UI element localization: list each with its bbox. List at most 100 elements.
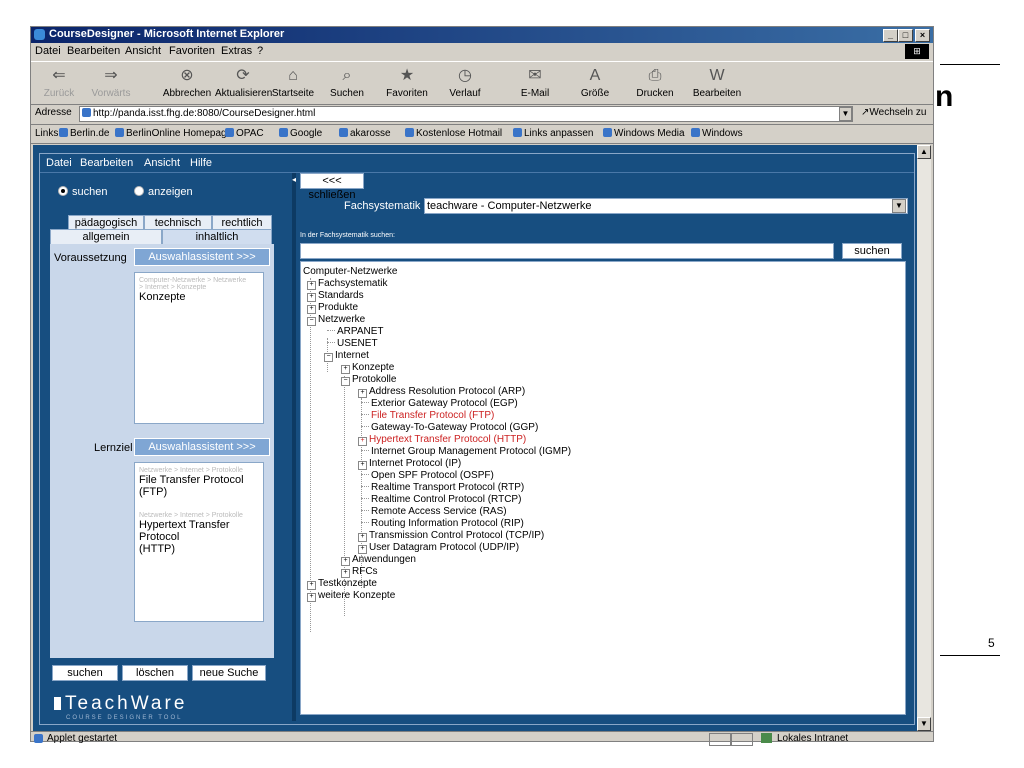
clipped-heading-char: n: [935, 80, 954, 113]
tree-node[interactable]: + Internet Protocol (IP): [358, 458, 461, 470]
history-button[interactable]: ◷ Verlauf: [437, 66, 493, 99]
address-input[interactable]: http://panda.isst.fhg.de:8080/CourseDesi…: [79, 106, 853, 122]
link-label: Berlin.de: [70, 128, 110, 139]
radio-search[interactable]: suchen: [58, 186, 107, 198]
tree-node[interactable]: + RFCs: [341, 566, 378, 578]
back-button[interactable]: ⇐ Zurück: [31, 66, 87, 99]
tree-node[interactable]: + Transmission Control Protocol (TCP/IP): [358, 530, 544, 542]
home-button[interactable]: ⌂ Startseite: [265, 66, 321, 99]
intranet-zone-icon: [761, 733, 772, 743]
menu-ansicht[interactable]: Ansicht: [125, 45, 161, 57]
link-hotmail[interactable]: Kostenlose Hotmail: [405, 128, 502, 139]
tree-search-button[interactable]: suchen: [842, 243, 902, 259]
tree-node-selected[interactable]: + Hypertext Transfer Protocol (HTTP): [358, 434, 526, 446]
size-button[interactable]: A Größe: [567, 66, 623, 99]
menu-bearbeiten[interactable]: Bearbeiten: [67, 45, 120, 57]
menu-help[interactable]: ?: [257, 45, 263, 57]
tree-node[interactable]: Routing Information Protocol (RIP): [361, 518, 524, 530]
link-windows[interactable]: Windows: [691, 128, 743, 139]
tree-node[interactable]: USENET: [327, 338, 378, 350]
applet-menu-datei[interactable]: Datei: [46, 157, 72, 169]
tab-allgemein[interactable]: allgemein: [50, 229, 162, 245]
tree-node[interactable]: − Protokolle: [341, 374, 396, 386]
tree-node[interactable]: + User Datagram Protocol (UDP/IP): [358, 542, 519, 554]
links-bar: Links Berlin.de BerlinOnline Homepage OP…: [31, 125, 933, 144]
applet-menu-ansicht[interactable]: Ansicht: [144, 157, 180, 169]
tree-node[interactable]: Remote Access Service (RAS): [361, 506, 507, 518]
lernziel-wizard-button[interactable]: Auswahlassistent >>>: [134, 438, 270, 456]
close-button[interactable]: ×: [915, 29, 930, 42]
link-berlinonline[interactable]: BerlinOnline Homepage: [115, 128, 232, 139]
tree-node[interactable]: ARPANET: [327, 326, 384, 338]
applet-menu-bearbeiten[interactable]: Bearbeiten: [80, 157, 133, 169]
lernziel-label: Lernziel: [94, 442, 133, 454]
coursedesigner-applet: Datei Bearbeiten Ansicht Hilfe suchen an…: [39, 153, 915, 725]
tree-node-root[interactable]: Computer-Netzwerke: [303, 266, 397, 278]
tree-node[interactable]: − Netzwerke: [307, 314, 365, 326]
tree-node[interactable]: + Standards: [307, 290, 364, 302]
tree-node[interactable]: Gateway-To-Gateway Protocol (GGP): [361, 422, 538, 434]
tree-node[interactable]: + Address Resolution Protocol (ARP): [358, 386, 525, 398]
forward-button[interactable]: ⇒ Vorwärts: [83, 66, 139, 99]
fachsystematik-value: teachware - Computer-Netzwerke: [427, 200, 592, 212]
fachsystematik-select[interactable]: teachware - Computer-Netzwerke ▼: [424, 198, 908, 214]
edit-button[interactable]: W Bearbeiten: [689, 66, 745, 99]
mail-label: E-Mail: [520, 88, 550, 99]
voraussetzung-wizard-button[interactable]: Auswahlassistent >>>: [134, 248, 270, 266]
tree-node[interactable]: + Testkonzepte: [307, 578, 377, 590]
refresh-button[interactable]: ⟳ Aktualisieren: [215, 66, 272, 99]
menu-extras[interactable]: Extras: [221, 45, 252, 57]
applet-menu-hilfe[interactable]: Hilfe: [190, 157, 212, 169]
menu-favoriten[interactable]: Favoriten: [169, 45, 215, 57]
button-label: Auswahlassistent >>>: [148, 251, 256, 263]
link-customize[interactable]: Links anpassen: [513, 128, 594, 139]
voraussetzung-box[interactable]: Computer-Netzwerke > Netzwerke > Internet…: [134, 272, 264, 424]
expand-icon: +: [341, 365, 350, 374]
lernziel-box[interactable]: Netzwerke > Internet > Protokolle File T…: [134, 462, 264, 622]
tree-node[interactable]: Exterior Gateway Protocol (EGP): [361, 398, 518, 410]
tree-node[interactable]: + weitere Konzepte: [307, 590, 395, 602]
tab-label: technisch: [154, 217, 202, 229]
tree-search-input[interactable]: [300, 243, 834, 259]
tree-node[interactable]: − Internet: [324, 350, 369, 362]
page-number: 5: [988, 636, 995, 650]
link-google[interactable]: Google: [279, 128, 322, 139]
vertical-scrollbar[interactable]: ▲ ▼: [917, 145, 931, 731]
applet-menu-bar: Datei Bearbeiten Ansicht Hilfe: [40, 154, 914, 173]
close-panel-button[interactable]: <<< schließen: [300, 173, 364, 201]
scroll-down-icon[interactable]: ▼: [917, 717, 931, 731]
tree-node[interactable]: + Fachsystematik: [307, 278, 387, 290]
address-dropdown[interactable]: ▼: [839, 107, 852, 121]
link-akarosse[interactable]: akarosse: [339, 128, 391, 139]
mail-button[interactable]: ✉ E-Mail: [507, 66, 563, 99]
stop-button[interactable]: ⊗ Abbrechen: [159, 66, 215, 99]
radio-show[interactable]: anzeigen: [134, 186, 193, 198]
print-button[interactable]: ⎙ Drucken: [627, 66, 683, 99]
scroll-up-icon[interactable]: ▲: [917, 145, 931, 159]
tree-node[interactable]: + Produkte: [307, 302, 358, 314]
go-button[interactable]: ↗Wechseln zu: [861, 107, 926, 118]
maximize-button[interactable]: □: [898, 29, 913, 42]
tree-node[interactable]: Open SPF Protocol (OSPF): [361, 470, 494, 482]
page-rule-bottom: [940, 655, 1000, 656]
tree-node[interactable]: Internet Group Management Protocol (IGMP…: [361, 446, 571, 458]
expand-icon: +: [358, 437, 367, 446]
logo-text: TeachWare: [65, 693, 188, 714]
voraussetzung-label: Voraussetzung: [54, 252, 127, 264]
tree-node[interactable]: + Konzepte: [341, 362, 394, 374]
minimize-button[interactable]: _: [883, 29, 898, 42]
tree-node-selected[interactable]: File Transfer Protocol (FTP): [361, 410, 494, 422]
tab-inhaltlich[interactable]: inhaltlich: [162, 229, 272, 245]
menu-datei[interactable]: Datei: [35, 45, 61, 57]
search-button[interactable]: ⌕ Suchen: [319, 66, 375, 99]
search-button-applet[interactable]: suchen: [52, 665, 118, 681]
tree-node[interactable]: + Anwendungen: [341, 554, 416, 566]
tree-node[interactable]: Realtime Transport Protocol (RTP): [361, 482, 524, 494]
link-windows-media[interactable]: Windows Media: [603, 128, 685, 139]
link-berlin[interactable]: Berlin.de: [59, 128, 109, 139]
favorites-button[interactable]: ★ Favoriten: [379, 66, 435, 99]
tree-node[interactable]: Realtime Control Protocol (RTCP): [361, 494, 521, 506]
link-opac[interactable]: OPAC: [225, 128, 264, 139]
new-search-button[interactable]: neue Suche: [192, 665, 266, 681]
clear-button[interactable]: löschen: [122, 665, 188, 681]
